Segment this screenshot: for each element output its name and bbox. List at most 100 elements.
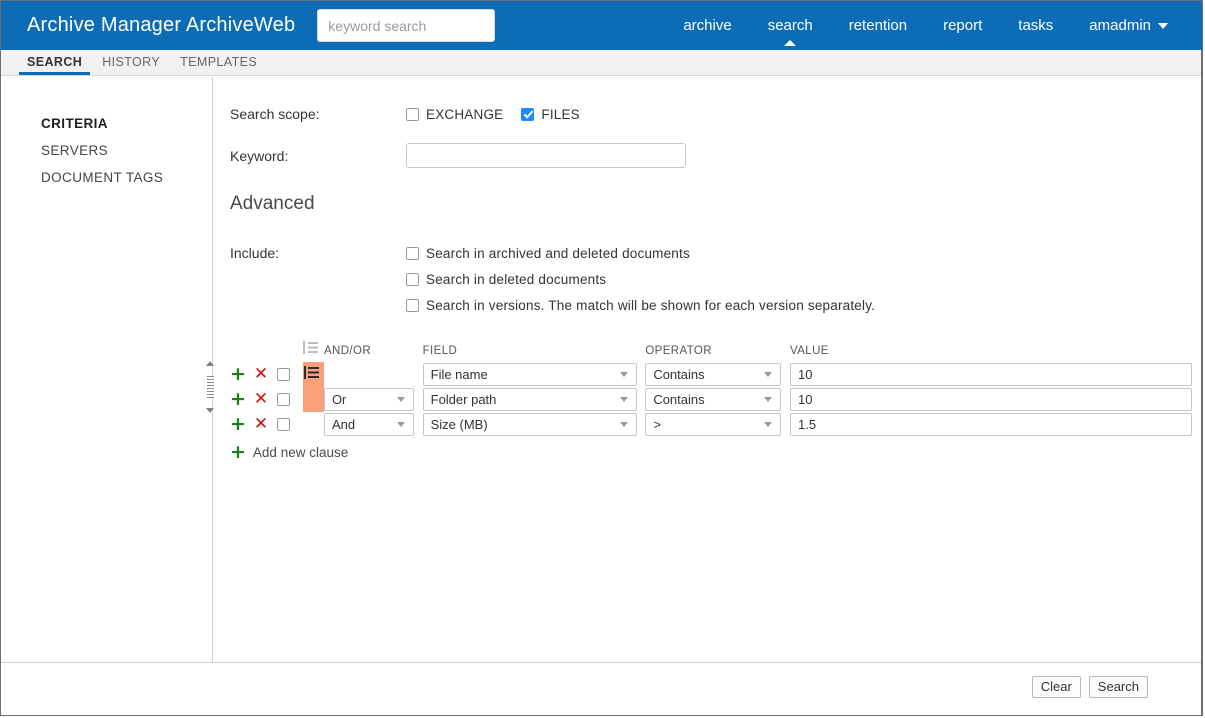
clause-field-value-3: Size (MB) [430, 417, 488, 432]
clause-operator-cell-1: Contains [645, 362, 790, 387]
search-scope-label: Search scope: [230, 106, 320, 122]
clause-row: + ✕ Or Folder path Contains 10 [214, 387, 1199, 412]
clause-group-indicator-3[interactable] [303, 412, 324, 437]
sidebar-item-document-tags[interactable]: DOCUMENT TAGS [1, 164, 212, 191]
clause-andor-cell-2: Or [323, 387, 423, 412]
header-group [302, 341, 324, 362]
clear-button[interactable]: Clear [1031, 676, 1081, 698]
search-button[interactable]: Search [1088, 676, 1148, 698]
clause-row-checkbox[interactable] [276, 368, 290, 381]
clause-operator-select-2[interactable]: Contains [645, 388, 782, 411]
clause-andor-cell-1 [324, 362, 423, 387]
checkbox-search-deleted-label: Search in deleted documents [426, 272, 607, 287]
app-title: Archive Manager ArchiveWeb [27, 14, 296, 36]
user-menu-label: amadmin [1089, 17, 1151, 34]
tab-history[interactable]: HISTORY [92, 55, 170, 75]
group-bracket-icon[interactable] [303, 365, 319, 379]
chevron-down-icon [396, 397, 405, 402]
panel-resize-handle[interactable] [204, 361, 216, 413]
advanced-section-title: Advanced [230, 193, 315, 214]
clause-group-indicator-2[interactable] [302, 387, 324, 412]
add-clause-row-icon[interactable]: + [230, 390, 246, 409]
top-header-bar: Archive Manager ArchiveWeb archive searc… [1, 1, 1202, 50]
add-clause-row-icon[interactable]: + [230, 415, 246, 434]
checkbox-exchange[interactable] [406, 107, 419, 121]
clause-row-checkbox[interactable] [276, 393, 290, 406]
clause-value-input-1[interactable] [790, 363, 1192, 386]
window-right-edge [1201, 50, 1202, 715]
include-option-archived-deleted: Search in archived and deleted documents [406, 243, 875, 264]
tab-search[interactable]: SEARCH [17, 55, 92, 75]
header-value: VALUE [790, 345, 829, 357]
chevron-down-icon [396, 422, 405, 427]
top-navigation: archive search retention report tasks am… [665, 1, 1202, 50]
clause-andor-select-3[interactable]: And [323, 413, 414, 436]
clause-andor-value-3: And [331, 417, 356, 432]
clause-select-cell-1 [276, 362, 303, 387]
remove-clause-row-icon[interactable]: ✕ [254, 391, 268, 408]
clause-row: + ✕ And Size (MB) > 1.5 [214, 412, 1199, 437]
checkbox-search-archived-deleted-label: Search in archived and deleted documents [426, 246, 690, 261]
clause-value-cell-3 [790, 412, 1199, 437]
clause-andor-cell-3: And [323, 412, 423, 437]
tab-templates[interactable]: TEMPLATES [170, 55, 267, 75]
group-list-icon [302, 341, 318, 354]
expand-down-icon [206, 408, 214, 413]
clause-builder: AND/OR FIELD OPERATOR VALUE + ✕ File nam… [206, 341, 1199, 462]
plus-icon: + [230, 441, 246, 463]
checkbox-search-archived-deleted[interactable] [406, 247, 419, 260]
clause-andor-value-2: Or [331, 392, 347, 407]
clause-value-input-2[interactable] [790, 388, 1192, 411]
sidebar: CRITERIA SERVERS DOCUMENT TAGS [1, 77, 213, 664]
clause-operator-value-3: > [653, 417, 661, 432]
header-operator: OPERATOR [645, 345, 712, 357]
clause-field-select-1[interactable]: File name [422, 363, 637, 386]
header-select [277, 341, 303, 362]
chevron-down-icon [619, 397, 628, 402]
clause-field-select-3[interactable]: Size (MB) [422, 413, 637, 436]
clause-operator-cell-3: > [645, 412, 790, 437]
clause-andor-select-2[interactable]: Or [323, 388, 414, 411]
nav-item-tasks[interactable]: tasks [1000, 1, 1071, 50]
clause-select-cell-3 [276, 412, 303, 437]
nav-item-archive[interactable]: archive [665, 1, 749, 50]
clause-operator-value-2: Contains [653, 392, 705, 407]
sidebar-item-criteria[interactable]: CRITERIA [1, 110, 212, 137]
chevron-down-icon [764, 422, 773, 427]
add-clause-row-icon[interactable]: + [230, 365, 246, 384]
keyword-input[interactable] [406, 143, 686, 168]
chevron-down-icon [1158, 23, 1168, 30]
main-content: Search scope: EXCHANGE FILES Keyword: Ad… [206, 77, 1202, 715]
clause-select-cell-2 [276, 387, 303, 412]
clause-value-cell-2 [790, 387, 1199, 412]
clause-group-indicator-1[interactable] [302, 362, 324, 387]
remove-clause-row-icon[interactable]: ✕ [254, 416, 268, 433]
clause-row-checkbox[interactable] [276, 418, 290, 431]
sidebar-item-servers[interactable]: SERVERS [1, 137, 212, 164]
clause-actions-2: + ✕ [214, 387, 277, 412]
add-new-clause-button[interactable]: + Add new clause [214, 443, 1199, 462]
search-scope-row: Search scope: EXCHANGE FILES [230, 106, 930, 122]
checkbox-search-deleted[interactable] [406, 273, 419, 286]
checkbox-search-versions[interactable] [406, 299, 419, 312]
clause-field-cell-3: Size (MB) [422, 412, 646, 437]
nav-item-retention[interactable]: retention [831, 1, 925, 50]
remove-clause-row-icon[interactable]: ✕ [254, 366, 268, 383]
global-keyword-search-input[interactable] [317, 9, 496, 42]
chevron-down-icon [619, 372, 628, 377]
checkbox-files-label: FILES [541, 106, 580, 122]
clause-operator-select-3[interactable]: > [645, 413, 782, 436]
chevron-down-icon [764, 397, 773, 402]
nav-item-search[interactable]: search [750, 1, 831, 50]
clause-table: AND/OR FIELD OPERATOR VALUE + ✕ File nam… [214, 341, 1199, 437]
header-actions [214, 341, 277, 362]
grip-icon [206, 376, 214, 398]
clause-actions-3: + ✕ [214, 412, 277, 437]
clause-value-input-3[interactable] [790, 413, 1192, 436]
checkbox-files[interactable] [521, 107, 535, 121]
user-menu[interactable]: amadmin [1071, 1, 1186, 50]
nav-item-report[interactable]: report [925, 1, 1000, 50]
clause-operator-select-1[interactable]: Contains [645, 363, 782, 386]
clause-field-select-2[interactable]: Folder path [422, 388, 637, 411]
section-tabs: SEARCH HISTORY TEMPLATES [1, 50, 1202, 76]
